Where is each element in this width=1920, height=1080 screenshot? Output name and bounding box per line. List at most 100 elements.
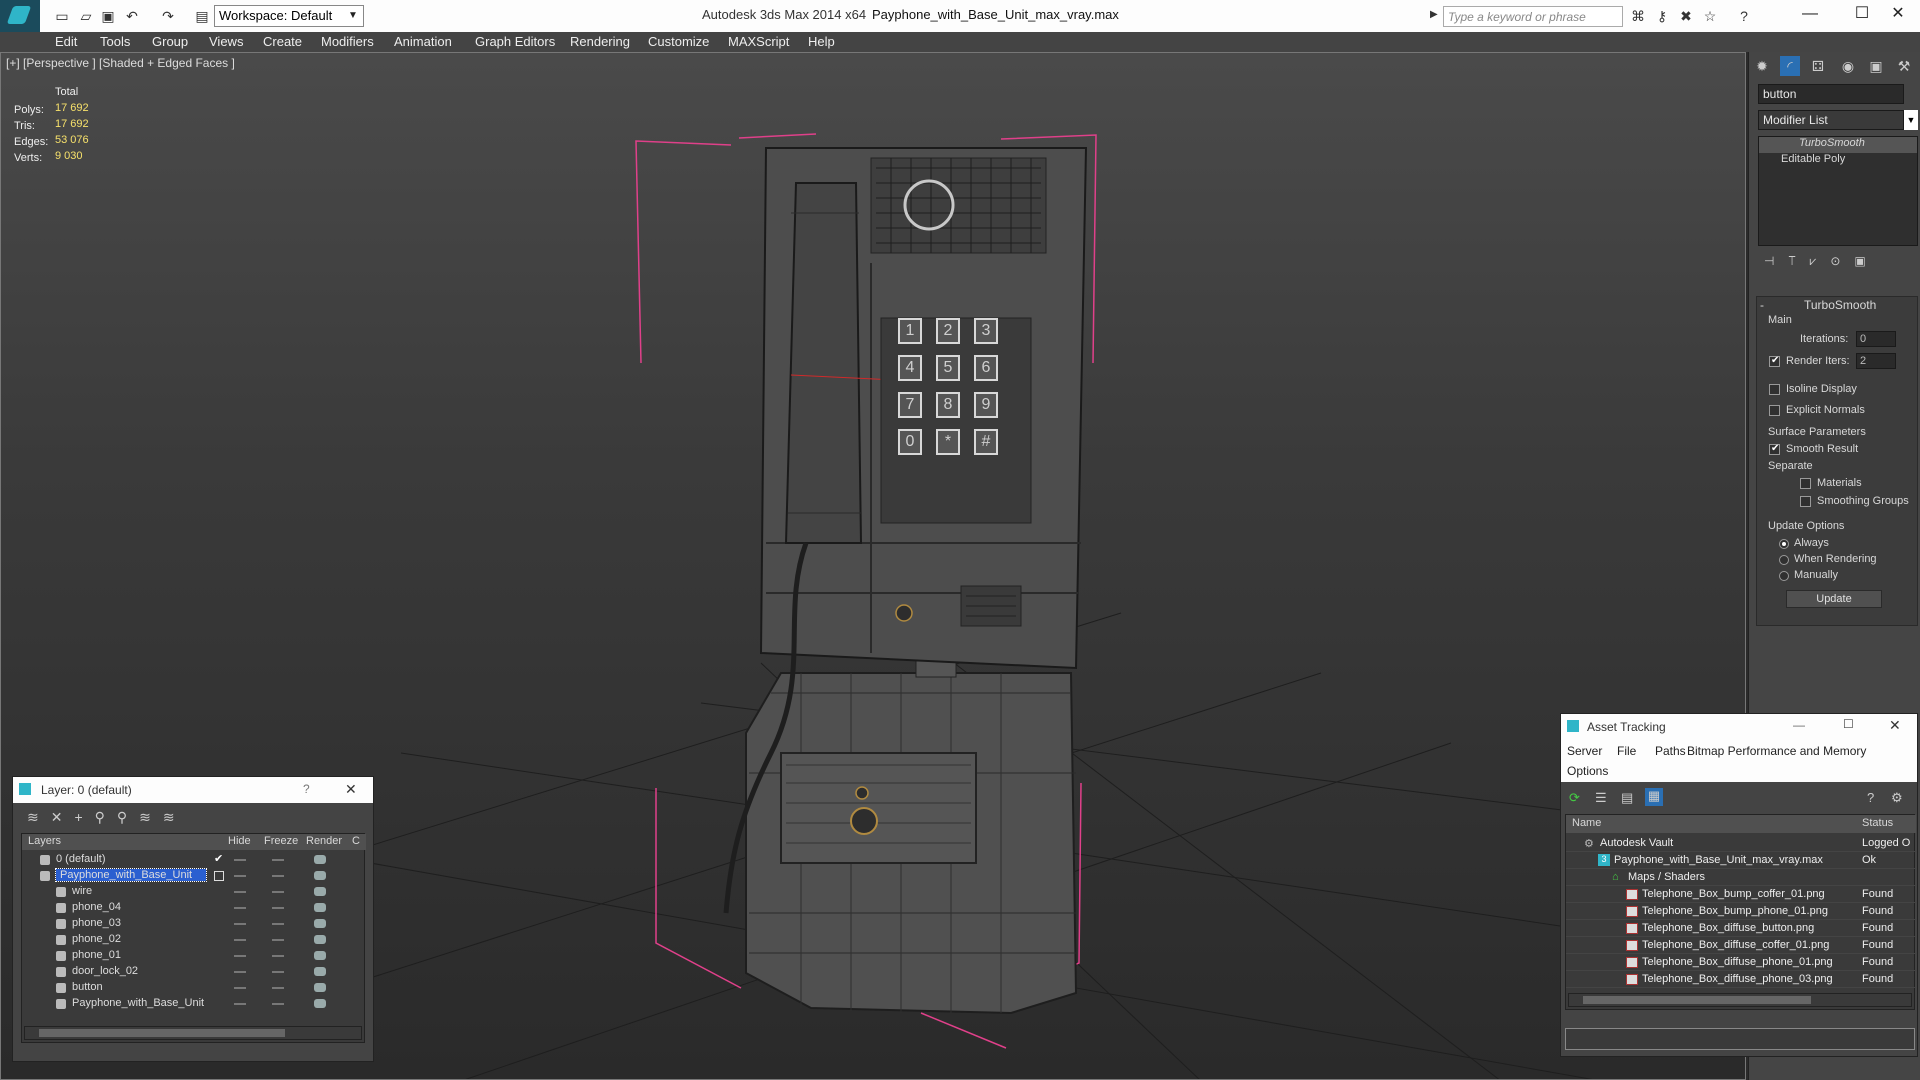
table-view-icon[interactable]: ▦ [1645,788,1663,806]
asset-row[interactable]: Telephone_Box_diffuse_phone_03.png Found [1566,971,1916,988]
close-icon[interactable]: ✕ [1889,717,1901,734]
asset-row[interactable]: Telephone_Box_diffuse_phone_01.png Found [1566,954,1916,971]
binoculars-icon[interactable]: ⌘ [1628,6,1648,26]
hide-toggle[interactable] [234,971,246,973]
close-icon[interactable]: ✕ [345,781,357,798]
new-file-icon[interactable]: ▭ [52,6,72,26]
smooth-result-checkbox[interactable] [1769,443,1780,455]
asset-row[interactable]: Telephone_Box_bump_phone_01.png Found [1566,903,1916,920]
iterations-spinner[interactable]: 0 [1856,331,1896,347]
redo-icon[interactable]: ↷ [158,6,178,26]
asset-row[interactable]: Telephone_Box_bump_coffer_01.png Found [1566,886,1916,903]
explicit-normals-checkbox[interactable] [1769,405,1780,416]
detail-view-icon[interactable]: ▤ [1621,790,1633,806]
stack-item-editable-poly[interactable]: Editable Poly [1759,153,1917,169]
manually-radio[interactable] [1779,571,1789,581]
maximize-icon[interactable]: ☐ [1843,717,1854,731]
menu-help[interactable]: Help [808,32,835,52]
open-file-icon[interactable]: ▱ [76,6,96,26]
asset-scrollbar[interactable] [1568,993,1912,1007]
freeze-toggle[interactable] [272,891,284,893]
chevron-down-icon[interactable]: ▼ [1904,110,1918,130]
workspace-dropdown[interactable]: Workspace: Default [214,5,364,27]
asset-row[interactable]: Telephone_Box_diffuse_button.png Found [1566,920,1916,937]
hide-toggle[interactable] [234,1003,246,1005]
save-file-icon[interactable]: ▣ [98,6,118,26]
menu-rendering[interactable]: Rendering [570,32,630,52]
render-teapot-icon[interactable] [314,903,326,912]
isoline-display-checkbox[interactable] [1769,384,1780,395]
search-expand-icon[interactable]: ▶ [1430,9,1438,20]
render-teapot-icon[interactable] [314,967,326,976]
render-iters-checkbox[interactable] [1769,355,1780,367]
minimize-icon[interactable]: — [1790,2,1830,26]
column-status[interactable]: Status [1862,817,1893,829]
close-icon[interactable]: ✕ [1878,2,1918,26]
chevron-down-icon[interactable]: ▼ [344,6,362,26]
minimize-icon[interactable]: — [1793,718,1805,732]
freeze-toggle[interactable] [272,859,284,861]
always-radio[interactable] [1779,539,1789,549]
column-hide[interactable]: Hide [228,835,251,847]
column-freeze[interactable]: Freeze [264,835,298,847]
stack-item-turbosmooth[interactable]: TurboSmooth [1759,137,1917,153]
hierarchy-tab-icon[interactable]: ⚃ [1808,56,1828,76]
object-name-input[interactable]: button [1758,84,1904,104]
motion-tab-icon[interactable]: ◉ [1838,56,1858,76]
utilities-tab-icon[interactable]: ⚒ [1894,56,1914,76]
smoothing-groups-checkbox[interactable] [1800,496,1811,507]
freeze-toggle[interactable] [272,955,284,957]
rollout-title[interactable]: TurboSmooth [1804,298,1876,312]
hide-toggle[interactable] [234,923,246,925]
search-input[interactable]: Type a keyword or phrase [1443,6,1623,27]
layer-row[interactable]: Payphone_with_Base_Unit [22,996,366,1012]
menu-animation[interactable]: Animation [394,32,452,52]
render-teapot-icon[interactable] [314,855,326,864]
render-teapot-icon[interactable] [314,919,326,928]
freeze-toggle[interactable] [272,987,284,989]
render-teapot-icon[interactable] [314,871,326,880]
column-name[interactable]: Name [1572,817,1601,829]
menu-customize[interactable]: Customize [648,32,709,52]
render-teapot-icon[interactable] [314,951,326,960]
hide-toggle[interactable] [234,875,246,877]
render-teapot-icon[interactable] [314,935,326,944]
layer-row[interactable]: button [22,980,366,996]
rollout-collapse-icon[interactable]: - [1760,298,1764,312]
active-layer-check-icon[interactable]: ✔ [214,852,223,865]
asset-row[interactable]: Telephone_Box_diffuse_coffer_01.png Found [1566,937,1916,954]
help-icon[interactable]: ? [1734,6,1754,26]
modify-tab-icon[interactable]: ◜ [1780,56,1800,76]
stack-tools[interactable]: ⊣⟙⩗⊙▣ [1764,254,1914,270]
menu-server[interactable]: Server [1567,744,1602,758]
column-color[interactable]: C [352,835,360,847]
layer-row[interactable]: wire [22,884,366,900]
hide-toggle[interactable] [234,891,246,893]
asset-path-field[interactable] [1565,1028,1915,1050]
app-logo-icon[interactable] [0,0,40,32]
asset-row[interactable]: ⚙ Autodesk Vault Logged O [1566,835,1916,852]
layer-row[interactable]: phone_03 [22,916,366,932]
key-icon[interactable]: ⚷ [1652,6,1672,26]
favorites-star-icon[interactable]: ☆ [1700,6,1720,26]
asset-row[interactable]: 3 Payphone_with_Base_Unit_max_vray.max Ok [1566,852,1916,869]
column-render[interactable]: Render [306,835,342,847]
menu-views[interactable]: Views [209,32,243,52]
render-iters-spinner[interactable]: 2 [1856,353,1896,369]
help-icon[interactable]: ? [303,782,310,796]
hide-toggle[interactable] [234,939,246,941]
set-active-layer-box[interactable] [214,871,224,881]
menu-edit[interactable]: Edit [55,32,77,52]
render-teapot-icon[interactable] [314,999,326,1008]
help-icon[interactable]: ? [1867,790,1874,805]
layer-row[interactable]: Payphone_with_Base_Unit [22,868,366,884]
when-rendering-radio[interactable] [1779,555,1789,565]
asset-window-header[interactable]: Asset Tracking — ☐ ✕ [1561,714,1917,740]
menu-modifiers[interactable]: Modifiers [321,32,374,52]
freeze-toggle[interactable] [272,939,284,941]
menu-graph-editors[interactable]: Graph Editors [475,32,555,52]
modifier-list-dropdown[interactable]: Modifier List [1758,110,1904,130]
viewport-label[interactable]: [+] [Perspective ] [Shaded + Edged Faces… [6,56,235,70]
freeze-toggle[interactable] [272,907,284,909]
maximize-icon[interactable]: ☐ [1842,2,1882,26]
